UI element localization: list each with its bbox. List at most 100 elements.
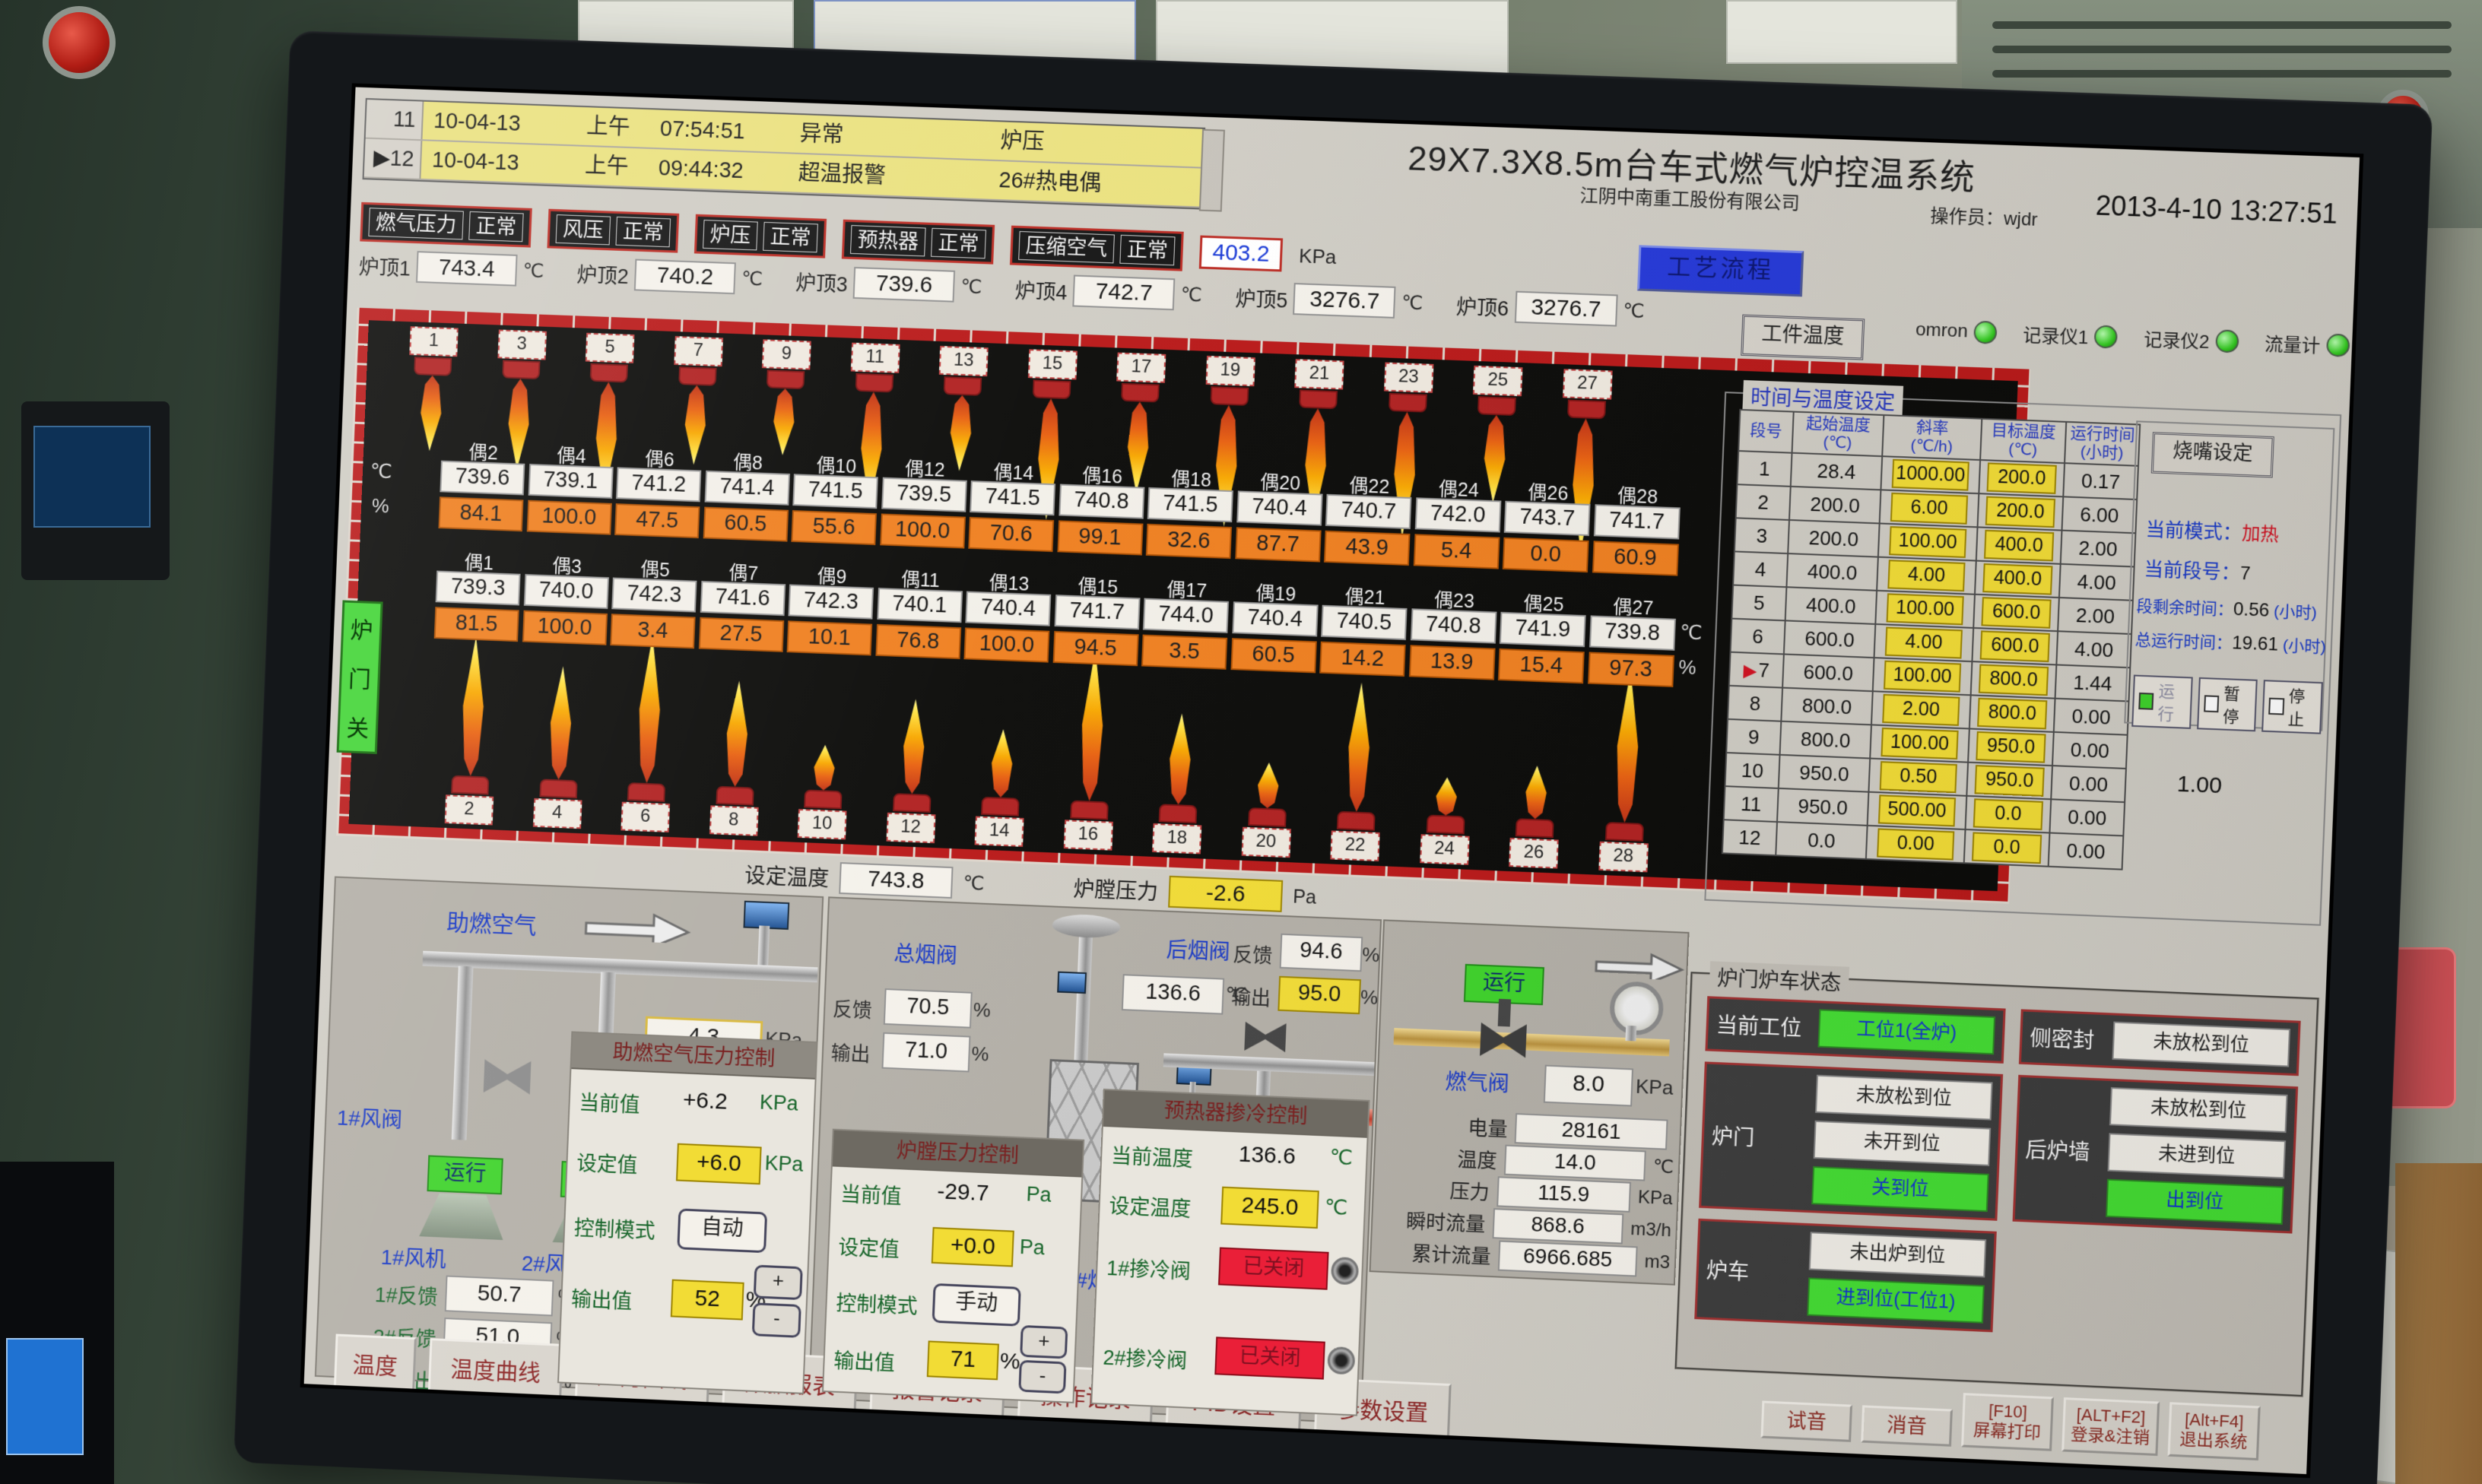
thermocouple-name: 偶10 [794, 449, 879, 475]
schedule-header-cell: 段号 [1738, 410, 1794, 453]
target-setpoint[interactable]: 600.0 [1980, 631, 2050, 663]
rate-setpoint[interactable]: 0.00 [1877, 829, 1954, 861]
thermocouple-output: 43.9 [1324, 531, 1411, 566]
segment-cell: 12 [1722, 820, 1777, 855]
flame-icon [633, 636, 666, 784]
target-setpoint[interactable]: 950.0 [1974, 765, 2044, 797]
thermocouple-name: 偶6 [617, 443, 703, 469]
rate-setpoint[interactable]: 0.50 [1880, 761, 1957, 793]
tab-1[interactable]: 温度 [334, 1334, 417, 1394]
target-setpoint[interactable]: 0.0 [1972, 832, 2042, 864]
rear-damper-output[interactable]: 95.0 [1278, 976, 1361, 1014]
valve2-manual-icon[interactable] [1327, 1346, 1355, 1375]
runtime-cell: 0.00 [2051, 766, 2126, 802]
burner-nozzle-icon [502, 360, 540, 379]
rate-cell: 1000.00 [1881, 456, 1980, 493]
start-temp-cell: 600.0 [1782, 655, 1874, 692]
target-setpoint[interactable]: 400.0 [1982, 563, 2052, 595]
target-setpoint[interactable]: 200.0 [1985, 496, 2055, 528]
flame-icon [769, 388, 798, 456]
decrease-button[interactable]: - [752, 1302, 801, 1338]
thermocouple-name: 偶28 [1595, 480, 1681, 506]
burner-nozzle-icon [1248, 807, 1287, 827]
burner-bottom: 14 [957, 728, 1046, 848]
tab-2[interactable]: 温度曲线 [428, 1338, 563, 1400]
burner-settings-button[interactable]: 烧嘴设定 [2151, 432, 2274, 477]
side-instrument-display [21, 401, 170, 580]
rate-setpoint[interactable]: 1000.00 [1892, 459, 1969, 491]
run-button[interactable]: 运行 [2131, 674, 2192, 728]
system-button[interactable]: [ALT+F2]登录&注销 [2061, 1397, 2160, 1456]
set-temp-value[interactable]: 245.0 [1220, 1187, 1319, 1229]
temp-unit: ℃ [741, 268, 763, 291]
temp-unit: ℃ [1401, 291, 1424, 315]
increase-button[interactable]: + [754, 1265, 803, 1301]
gas-row-value: 14.0 [1504, 1145, 1646, 1181]
fan-1-icon[interactable] [419, 1193, 505, 1240]
burner-bottom: 10 [779, 744, 868, 841]
thermocouple: 偶9742.310.1 [787, 560, 875, 656]
percent-unit: % [1362, 943, 1380, 967]
target-cell: 0.0 [1966, 796, 2052, 833]
thermocouple-temp: 739.8 [1589, 615, 1675, 650]
status-chip: 未出炉到位 [1809, 1232, 1987, 1277]
valve1-manual-icon[interactable] [1331, 1257, 1359, 1286]
rear-damper-icon[interactable] [1244, 1022, 1286, 1052]
thermocouple-output: 5.4 [1413, 534, 1500, 569]
rate-setpoint[interactable]: 100.00 [1884, 661, 1961, 693]
alarm-index: ▶12 [364, 139, 423, 179]
rate-setpoint[interactable]: 100.00 [1887, 594, 1964, 626]
output-value[interactable]: 52 [671, 1279, 744, 1321]
target-setpoint[interactable]: 800.0 [1977, 698, 2047, 730]
stop-button[interactable]: 停止 [2261, 680, 2322, 734]
system-button[interactable]: 试音 [1760, 1400, 1852, 1442]
alarm-list[interactable]: 11 10-04-13 上午 07:54:51 异常 炉压 ▶12 10-04-… [363, 98, 1206, 210]
rate-setpoint[interactable]: 500.00 [1878, 795, 1956, 827]
cool-valve2-status: 已关闭 [1214, 1337, 1325, 1379]
target-setpoint[interactable]: 200.0 [1987, 463, 2057, 495]
output-value[interactable]: 71 [927, 1340, 999, 1380]
process-flow-button[interactable]: 工艺流程 [1637, 245, 1804, 296]
percent-unit: % [973, 998, 991, 1023]
thermocouple-temp: 739.6 [440, 461, 525, 496]
segment-cell: 9 [1726, 719, 1781, 755]
target-setpoint[interactable]: 600.0 [1981, 597, 2051, 629]
thermocouple: 偶22740.743.9 [1324, 470, 1413, 566]
set-value[interactable]: +0.0 [932, 1227, 1014, 1267]
pause-button[interactable]: 暂停 [2197, 677, 2258, 731]
target-setpoint[interactable]: 400.0 [1984, 530, 2054, 562]
target-setpoint[interactable]: 0.0 [1973, 799, 2043, 831]
mode-button[interactable]: 自动 [677, 1208, 767, 1253]
set-value[interactable]: +6.0 [676, 1143, 762, 1185]
thermocouple-temp: 741.2 [616, 467, 701, 502]
rate-setpoint[interactable]: 4.00 [1885, 627, 1963, 659]
rate-setpoint[interactable]: 6.00 [1890, 493, 1968, 525]
target-setpoint[interactable]: 800.0 [1979, 664, 2049, 696]
workpiece-temp-button[interactable]: 工件温度 [1741, 315, 1865, 360]
rate-cell: 0.50 [1868, 759, 1968, 796]
rate-cell: 2.00 [1871, 692, 1971, 729]
rate-setpoint[interactable]: 100.00 [1889, 526, 1966, 558]
air-valve-1-icon[interactable] [484, 1059, 532, 1094]
roof-temp-value: 740.2 [634, 259, 736, 295]
burner-bottom: 18 [1134, 712, 1224, 855]
door-group-label: 炉门 [1711, 1120, 1814, 1155]
increase-button[interactable]: + [1020, 1325, 1068, 1359]
system-button[interactable]: [F10]屏幕打印 [1961, 1393, 2054, 1451]
system-button[interactable]: [Alt+F4]退出系统 [2167, 1402, 2260, 1460]
rate-setpoint[interactable]: 100.00 [1881, 728, 1958, 759]
fb-label: 反馈 [832, 994, 872, 1023]
decrease-button[interactable]: - [1018, 1360, 1066, 1394]
system-button[interactable]: 消音 [1861, 1405, 1953, 1447]
rate-setpoint[interactable]: 4.00 [1887, 560, 1965, 591]
burner-number: 26 [1509, 838, 1559, 869]
target-setpoint[interactable]: 950.0 [1976, 731, 2046, 763]
thermocouple-temp: 740.5 [1321, 605, 1408, 640]
rate-setpoint[interactable]: 2.00 [1882, 694, 1960, 726]
mode-button[interactable]: 手动 [932, 1283, 1021, 1327]
start-temp-cell: 950.0 [1777, 788, 1868, 826]
gas-valve-icon[interactable] [1480, 1023, 1527, 1058]
kpa-unit: KPa [764, 1152, 804, 1177]
alarm-scrollbar[interactable] [1199, 129, 1225, 212]
roof-temp-value: 3276.7 [1514, 291, 1617, 327]
